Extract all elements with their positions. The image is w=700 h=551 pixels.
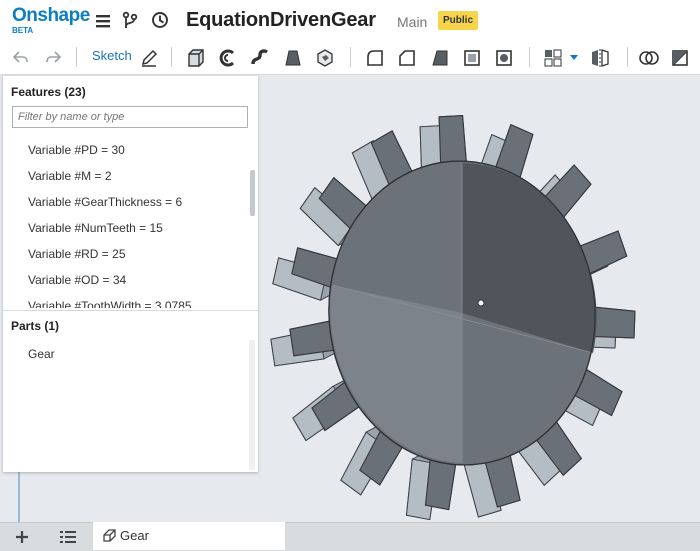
logo-text: Onshape xyxy=(12,5,90,26)
gear-origin-point[interactable] xyxy=(477,299,485,307)
redo-icon[interactable] xyxy=(45,50,61,64)
hole-icon[interactable] xyxy=(494,48,514,68)
graphics-viewport[interactable] xyxy=(258,75,700,522)
public-badge: Public xyxy=(438,11,479,30)
feature-filter-input[interactable] xyxy=(12,106,248,128)
feature-list-panel: Features (23) Variable #PD = 30 Variable… xyxy=(3,76,258,472)
part-item-gear[interactable]: Gear xyxy=(28,347,55,361)
mirror-icon[interactable] xyxy=(590,48,610,68)
loft-icon[interactable] xyxy=(283,48,303,68)
toolbar-divider xyxy=(76,47,77,67)
onshape-logo[interactable]: Onshape BETA xyxy=(12,5,90,36)
scrollbar-thumb[interactable] xyxy=(250,170,255,216)
sweep-icon[interactable] xyxy=(250,48,270,68)
draft-icon[interactable] xyxy=(430,48,450,68)
panel-divider[interactable] xyxy=(3,310,258,311)
toolbar-divider xyxy=(171,47,172,67)
shell-icon[interactable] xyxy=(462,48,482,68)
toolbar-divider xyxy=(627,47,628,67)
feature-list-rollback-line xyxy=(18,472,20,522)
tab-part-studio[interactable]: Gear xyxy=(93,522,285,550)
toolbar-divider xyxy=(350,47,351,67)
feature-item[interactable]: Variable #OD = 34 xyxy=(28,273,126,287)
parts-header: Parts (1) xyxy=(11,319,60,333)
history-icon[interactable] xyxy=(151,11,169,29)
chamfer-icon[interactable] xyxy=(397,48,417,68)
menu-icon[interactable] xyxy=(95,13,111,29)
pattern-icon[interactable] xyxy=(543,48,563,68)
top-bar: Onshape BETA EquationDrivenGear Main Pub… xyxy=(0,0,700,40)
feature-list: Variable #PD = 30 Variable #M = 2 Variab… xyxy=(3,136,248,308)
dropdown-icon[interactable] xyxy=(570,55,578,61)
sketch-button[interactable]: Sketch xyxy=(92,48,132,63)
split-icon[interactable] xyxy=(670,48,690,68)
parts-list-scrollbar[interactable] xyxy=(249,340,255,470)
feature-item[interactable]: Variable #NumTeeth = 15 xyxy=(28,221,163,235)
part-studio-icon xyxy=(103,529,116,542)
feature-item[interactable]: Variable #PD = 30 xyxy=(28,143,125,157)
add-icon[interactable] xyxy=(15,530,29,544)
toolbar-divider xyxy=(529,47,530,67)
feature-item[interactable]: Variable #RD = 25 xyxy=(28,247,126,261)
gear-model[interactable] xyxy=(258,75,700,522)
gear-face-highlight[interactable] xyxy=(330,285,462,463)
revolve-icon[interactable] xyxy=(218,48,238,68)
feature-list-scrollbar[interactable] xyxy=(249,134,257,310)
versions-icon[interactable] xyxy=(121,11,139,30)
boolean-icon[interactable] xyxy=(638,48,660,68)
tab-list-icon[interactable] xyxy=(60,530,76,544)
feature-item[interactable]: Variable #ToothWidth = 3.0785 xyxy=(28,299,192,308)
thicken-icon[interactable] xyxy=(315,48,335,68)
logo-beta: BETA xyxy=(12,26,34,35)
extrude-icon[interactable] xyxy=(186,48,206,68)
sketch-pencil-icon[interactable] xyxy=(140,49,158,67)
tab-label: Gear xyxy=(120,528,149,543)
fillet-icon[interactable] xyxy=(365,48,385,68)
undo-icon[interactable] xyxy=(13,50,29,64)
branch-label[interactable]: Main xyxy=(397,14,427,30)
features-header: Features (23) xyxy=(11,85,86,99)
feature-item[interactable]: Variable #GearThickness = 6 xyxy=(28,195,182,209)
document-title[interactable]: EquationDrivenGear xyxy=(186,9,376,32)
feature-item[interactable]: Variable #M = 2 xyxy=(28,169,112,183)
